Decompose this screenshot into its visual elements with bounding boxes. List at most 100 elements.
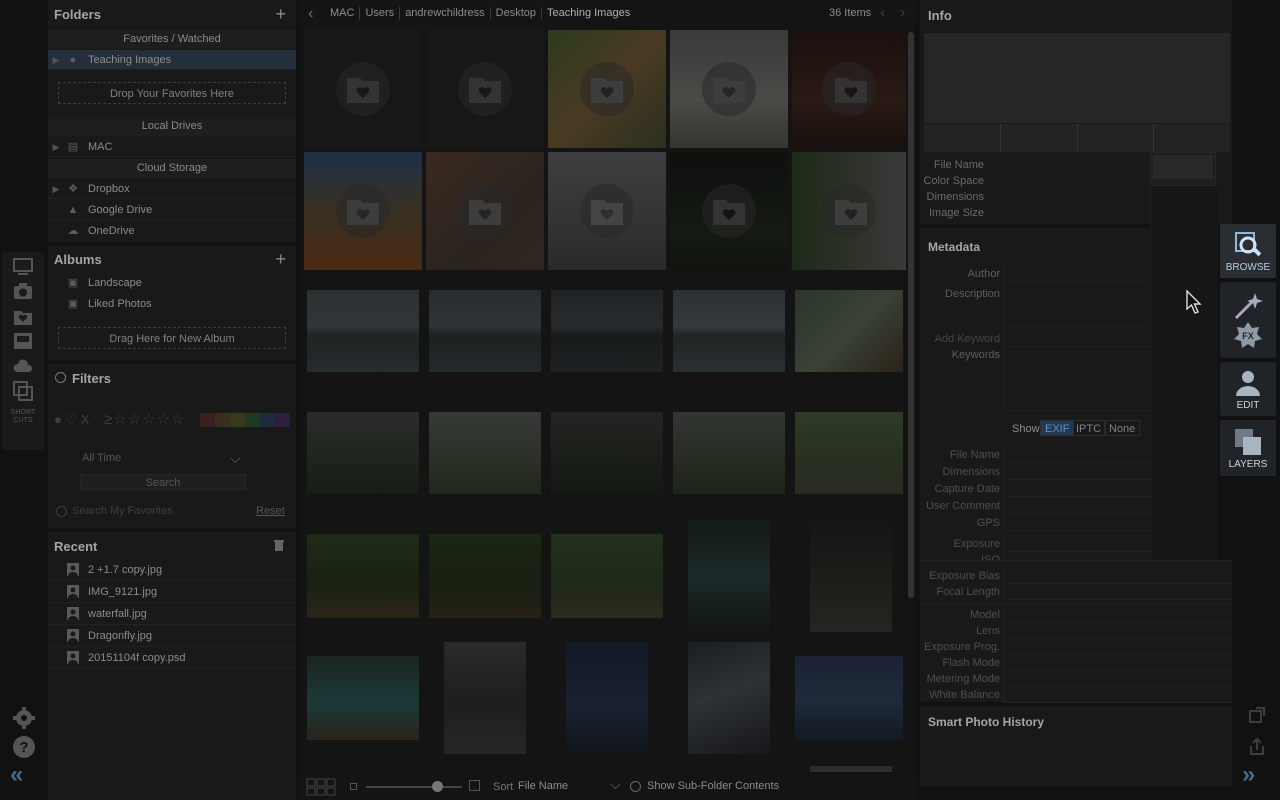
- image-thumbnail[interactable]: [307, 290, 419, 372]
- expand-arrow-icon[interactable]: ▶: [48, 50, 64, 70]
- cloud-item-google-drive[interactable]: ▲ Google Drive: [48, 200, 296, 220]
- image-thumbnail[interactable]: [673, 290, 785, 372]
- folder-thumbnail[interactable]: [792, 152, 906, 270]
- exif-field-value[interactable]: [1003, 480, 1152, 497]
- exif-tab[interactable]: EXIF: [1040, 420, 1075, 436]
- filter-reset-link[interactable]: Reset: [256, 505, 285, 517]
- image-thumbnail[interactable]: [688, 642, 770, 754]
- folder-thumbnail[interactable]: [670, 30, 788, 148]
- layers-module-button[interactable]: LAYERS: [1220, 420, 1276, 476]
- settings-gear-icon[interactable]: [12, 706, 36, 730]
- subfolder-radio[interactable]: [630, 781, 641, 792]
- rating-filter-stars[interactable]: ≥☆☆☆☆☆: [104, 410, 185, 428]
- breadcrumb-item[interactable]: MAC: [326, 7, 358, 20]
- breadcrumb-item[interactable]: Desktop: [492, 7, 540, 20]
- drop-favorites-zone[interactable]: Drop Your Favorites Here: [58, 82, 286, 104]
- thumbnail-size-slider-knob[interactable]: [432, 781, 443, 792]
- grid-scrollbar-thumb[interactable]: [908, 32, 914, 598]
- image-thumbnail[interactable]: [307, 534, 419, 618]
- camera-icon[interactable]: [12, 280, 34, 302]
- exif-field-value[interactable]: [1003, 536, 1152, 552]
- drive-icon[interactable]: [12, 330, 34, 352]
- favorite-item-teaching-images[interactable]: ▶ ● Teaching Images: [48, 50, 296, 70]
- browse-module-button[interactable]: BROWSE: [1220, 224, 1276, 278]
- breadcrumb-item[interactable]: Users: [361, 7, 398, 20]
- prev-page-icon[interactable]: ‹: [880, 4, 885, 22]
- folder-thumbnail[interactable]: [548, 30, 666, 148]
- recent-item[interactable]: 2 +1.7 copy.jpg: [48, 559, 296, 581]
- drop-album-zone[interactable]: Drag Here for New Album: [58, 327, 286, 349]
- thumbnail-size-large-icon[interactable]: [469, 780, 480, 791]
- time-range-select[interactable]: All Time: [82, 452, 248, 468]
- breadcrumb-item[interactable]: andrewchildress: [401, 7, 488, 20]
- exif-field-value[interactable]: [1003, 639, 1232, 655]
- cloud-item-onedrive[interactable]: ☁ OneDrive: [48, 221, 296, 241]
- sort-chevron-down-icon[interactable]: ⌵: [610, 776, 621, 793]
- exif-field-value[interactable]: [1003, 607, 1232, 623]
- drive-item-mac[interactable]: ▶ ▤ MAC: [48, 137, 296, 157]
- folder-thumbnail[interactable]: [670, 152, 788, 270]
- image-thumbnail[interactable]: [673, 412, 785, 494]
- exif-field-value[interactable]: [1003, 687, 1232, 703]
- exif-field-value[interactable]: [1003, 514, 1152, 531]
- image-thumbnail[interactable]: [795, 412, 903, 494]
- thumbnail-size-small-icon[interactable]: [350, 783, 357, 790]
- image-thumbnail[interactable]: [429, 534, 541, 618]
- iptc-tab[interactable]: IPTC: [1071, 420, 1107, 436]
- expand-arrow-icon[interactable]: ▶: [48, 179, 64, 199]
- recent-item[interactable]: IMG_9121.jpg: [48, 581, 296, 603]
- add-album-icon[interactable]: +: [275, 250, 286, 268]
- add-keyword-input[interactable]: [1003, 330, 1149, 347]
- keywords-input[interactable]: [1003, 347, 1149, 411]
- folder-thumbnail[interactable]: [304, 30, 422, 148]
- image-thumbnail[interactable]: [795, 290, 903, 372]
- grid-scrollbar[interactable]: [907, 28, 915, 772]
- recent-item[interactable]: Dragonfly.jpg: [48, 625, 296, 647]
- image-thumbnail[interactable]: [307, 412, 419, 494]
- share-icon[interactable]: [1248, 737, 1266, 756]
- exif-field-value[interactable]: [1003, 446, 1152, 463]
- exif-field-value[interactable]: [1003, 568, 1232, 584]
- exif-field-value[interactable]: [1003, 584, 1232, 600]
- collapse-right-icon[interactable]: »: [1242, 763, 1270, 787]
- folder-thumbnail[interactable]: [792, 30, 906, 148]
- color-filter-swatches[interactable]: [200, 413, 290, 427]
- image-thumbnail[interactable]: [444, 642, 526, 754]
- image-thumbnail[interactable]: [551, 412, 663, 494]
- image-thumbnail[interactable]: [566, 642, 648, 754]
- thumbnail-size-slider[interactable]: [366, 781, 462, 792]
- image-thumbnail[interactable]: [810, 520, 892, 632]
- shortcuts-icon[interactable]: [12, 380, 34, 406]
- open-external-icon[interactable]: [1248, 706, 1266, 724]
- album-item-landscape[interactable]: ▣ Landscape: [48, 273, 296, 293]
- edit-module-button[interactable]: EDIT: [1220, 362, 1276, 416]
- monitor-icon[interactable]: [12, 255, 34, 277]
- expand-arrow-icon[interactable]: ▶: [48, 137, 64, 157]
- effects-module-button[interactable]: FX: [1220, 282, 1276, 358]
- clear-recent-trash-icon[interactable]: [274, 539, 284, 551]
- exif-field-value[interactable]: [1003, 463, 1152, 480]
- cloud-icon[interactable]: [12, 355, 34, 377]
- grid-view-icon[interactable]: [306, 778, 336, 796]
- album-item-liked-photos[interactable]: ▣ Liked Photos: [48, 294, 296, 314]
- recent-item[interactable]: waterfall.jpg: [48, 603, 296, 625]
- description-input[interactable]: [1003, 285, 1149, 327]
- folder-thumbnail[interactable]: [548, 152, 666, 270]
- image-thumbnail[interactable]: [429, 412, 541, 494]
- image-thumbnail[interactable]: [795, 656, 903, 740]
- exif-field-value[interactable]: [1003, 655, 1232, 671]
- image-thumbnail[interactable]: [688, 520, 770, 632]
- image-thumbnail[interactable]: [307, 656, 419, 740]
- exif-field-value[interactable]: [1003, 623, 1232, 639]
- cloud-item-dropbox[interactable]: ▶ ❖ Dropbox: [48, 179, 296, 199]
- sort-select[interactable]: File Name: [518, 780, 568, 792]
- back-chevron-icon[interactable]: ‹: [308, 5, 313, 23]
- image-thumbnail[interactable]: [429, 290, 541, 372]
- favorite-filter-icon[interactable]: ● ♡ X: [54, 412, 89, 428]
- preview-tabs[interactable]: [924, 124, 1230, 152]
- folder-thumbnail[interactable]: [426, 152, 544, 270]
- author-input[interactable]: [1003, 265, 1149, 282]
- next-page-icon[interactable]: ›: [900, 4, 905, 22]
- image-thumbnail[interactable]: [810, 766, 892, 772]
- search-favorites-radio[interactable]: [56, 506, 67, 517]
